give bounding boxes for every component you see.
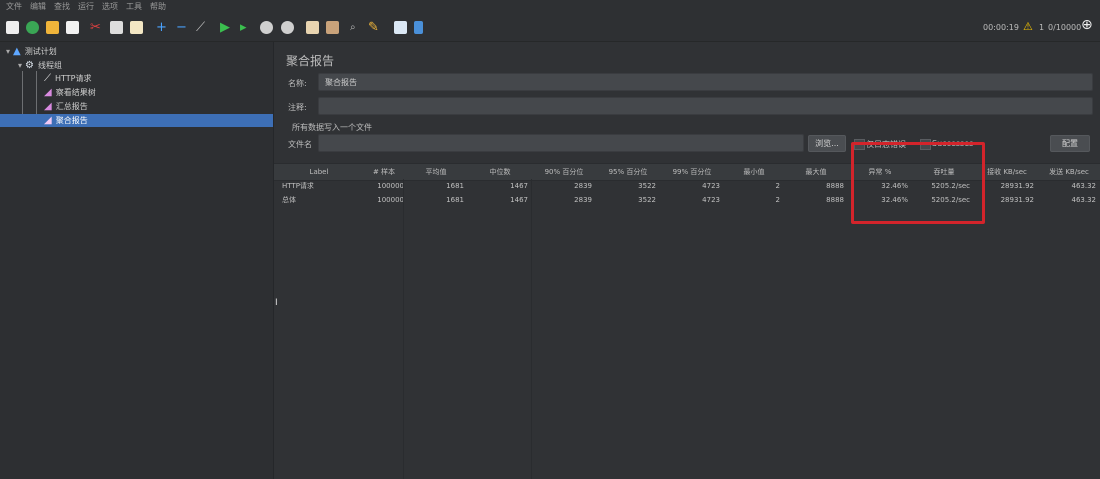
text-cursor-icon: I [275,298,278,308]
name-label: 名称: [288,79,307,88]
chart-icon: ◢ [44,100,52,112]
write-all-label: 所有数据写入一个文件 [292,123,372,132]
expand-icon[interactable]: + [156,21,167,34]
col-label[interactable]: Label [274,164,364,180]
tree-item-aggregate-report[interactable]: ◢ 聚合报告 [0,114,273,127]
chevron-down-icon[interactable]: ▾ [18,61,22,70]
toolbar: ✂ + − ⟋ ▶ ▸ ⌕ ✎ 00:00:19 ⚠ 1 0/10000 ⊕ [0,13,1100,42]
cell-95-percentile: 3522 [638,182,656,190]
binoculars-icon[interactable]: ⌕ [350,21,356,34]
open-folder-icon[interactable] [46,21,59,34]
cell-min: 2 [775,182,780,190]
cell-average: 1681 [446,182,464,190]
tree-item-label: 测试计划 [24,46,57,56]
clear-icon[interactable] [306,21,319,34]
filename-label: 文件名 [288,140,312,149]
save-icon[interactable] [66,21,79,34]
menu-search[interactable]: 查找 [54,1,70,12]
tree-item-thread-group[interactable]: ▾ ⚙ 线程组 [18,59,62,71]
col-average[interactable]: 平均值 [404,164,468,180]
thread-group-icon: ⚙ [25,59,34,71]
chevron-down-icon[interactable]: ▾ [6,47,10,56]
col-median[interactable]: 中位数 [468,164,532,180]
col-95-percentile[interactable]: 95% 百分位 [596,164,660,180]
cell-90-percentile: 2839 [574,196,592,204]
col-sent-kb[interactable]: 发送 KB/sec [1038,164,1100,180]
test-plan-icon: ▲ [13,45,21,57]
function-helper-icon[interactable] [394,21,407,34]
panel-title: 聚合报告 [286,54,335,68]
cell-samples: 100000 [377,182,404,190]
cell-median: 1467 [510,182,528,190]
col-max[interactable]: 最大值 [784,164,848,180]
stop-icon[interactable] [260,21,273,34]
cell-sent-kb: 463.32 [1071,182,1097,190]
chart-icon: ◢ [44,86,52,98]
tree-item-http-request[interactable]: ⟋ HTTP请求 [44,72,91,84]
tree-item-label: 察看结果树 [55,87,96,97]
menu-tools[interactable]: 工具 [126,1,142,12]
menu-file[interactable]: 文件 [6,1,22,12]
col-samples[interactable]: # 样本 [364,164,404,180]
cell-99-percentile: 4723 [702,182,720,190]
col-received-kb[interactable]: 接收 KB/sec [976,164,1038,180]
start-icon[interactable]: ▶ [220,21,230,34]
help-icon[interactable] [414,21,423,34]
col-99-percentile[interactable]: 99% 百分位 [660,164,724,180]
tree-item-summary-report[interactable]: ◢ 汇总报告 [44,100,88,112]
cut-icon[interactable]: ✂ [90,21,101,34]
test-plan-tree: ▾ ▲ 测试计划 ▾ ⚙ 线程组 ⟋ HTTP请求 ◢ 察看结果树 ◢ 汇总报告… [0,42,274,479]
elapsed-timer: 00:00:19 [983,23,1019,32]
remote-start-icon[interactable]: ⊕ [1081,18,1093,32]
column-divider [403,179,404,479]
thread-counts: 0/10000 [1048,23,1082,32]
tree-item-label: 线程组 [37,60,62,70]
copy-icon[interactable] [110,21,123,34]
menu-options[interactable]: 选项 [102,1,118,12]
tree-item-test-plan[interactable]: ▾ ▲ 测试计划 [6,45,57,57]
cell-average: 1681 [446,196,464,204]
start-no-pause-icon[interactable]: ▸ [240,21,247,34]
cell-median: 1467 [510,196,528,204]
tree-item-view-results-tree[interactable]: ◢ 察看结果树 [44,86,96,98]
new-file-icon[interactable] [6,21,19,34]
menu-run[interactable]: 运行 [78,1,94,12]
paste-icon[interactable] [130,21,143,34]
clear-all-icon[interactable] [326,21,339,34]
comment-label: 注释: [288,103,307,112]
comment-field[interactable] [318,97,1093,115]
cell-95-percentile: 3522 [638,196,656,204]
cell-99-percentile: 4723 [702,196,720,204]
warning-count: 1 [1039,23,1045,32]
cell-90-percentile: 2839 [574,182,592,190]
cell-max: 8888 [826,182,844,190]
cell-max: 8888 [826,196,844,204]
warning-icon[interactable]: ⚠ [1023,20,1033,33]
configure-button[interactable]: 配置 [1050,135,1090,152]
toggle-icon[interactable]: ⟋ [196,21,205,34]
menu-edit[interactable]: 编辑 [30,1,46,12]
highlight-box [851,142,985,224]
browse-button[interactable]: 浏览... [808,135,846,152]
filename-field[interactable] [318,134,804,152]
pencil-icon: ⟋ [44,72,51,84]
col-90-percentile[interactable]: 90% 百分位 [532,164,596,180]
cell-samples: 100000 [377,196,404,204]
tree-item-label: 汇总报告 [55,101,88,111]
menu-bar: 文件 编辑 查找 运行 选项 工具 帮助 [0,0,1100,13]
templates-icon[interactable] [26,21,39,34]
tree-item-label: 聚合报告 [55,116,88,125]
column-divider [531,179,532,479]
collapse-icon[interactable]: − [176,21,187,34]
shutdown-icon[interactable] [281,21,294,34]
menu-help[interactable]: 帮助 [150,1,166,12]
tree-item-label: HTTP请求 [55,73,92,83]
cell-min: 2 [775,196,780,204]
col-min[interactable]: 最小值 [724,164,784,180]
name-field[interactable]: 聚合报告 [318,73,1093,91]
broom-icon[interactable]: ✎ [368,21,379,34]
aggregate-report-panel: 聚合报告 名称: 聚合报告 注释: 所有数据写入一个文件 文件名 浏览... 仅… [274,42,1100,479]
cell-sent-kb: 463.32 [1071,196,1097,204]
chart-icon: ◢ [44,115,52,126]
